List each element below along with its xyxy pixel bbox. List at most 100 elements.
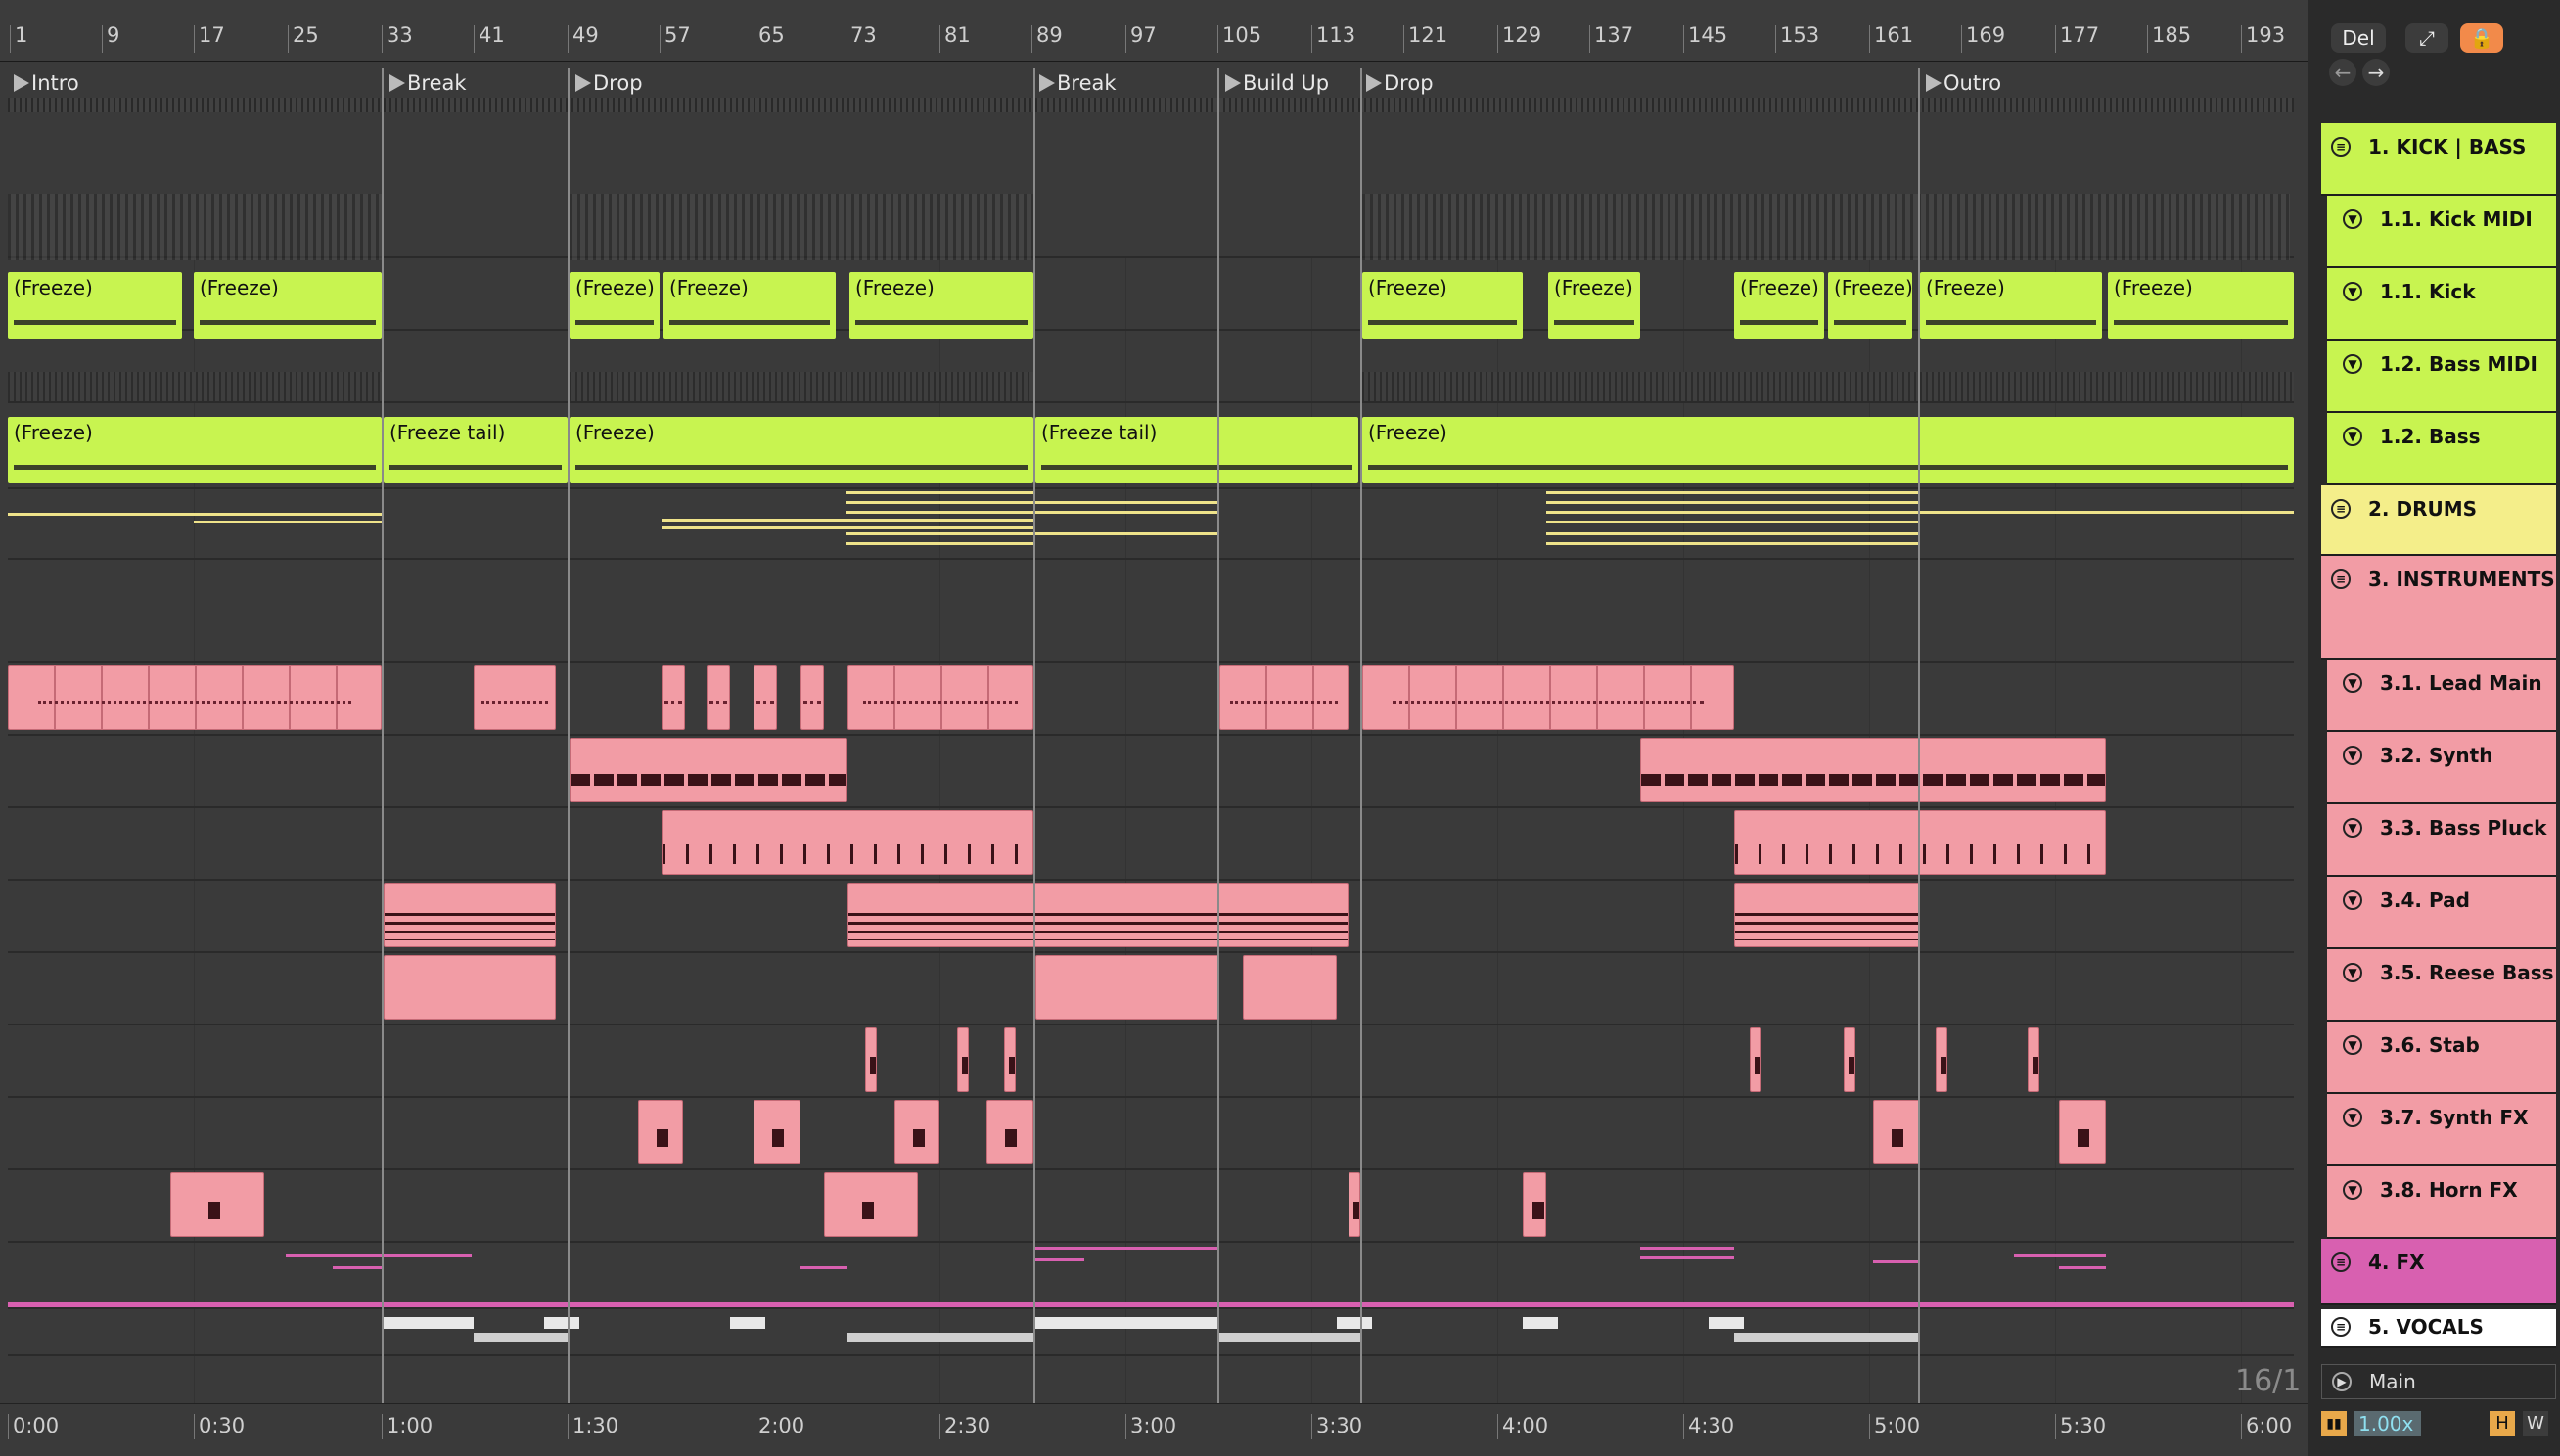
locator-break-2[interactable]: Break bbox=[1033, 68, 1117, 98]
kick-midi-clip[interactable] bbox=[570, 194, 1033, 260]
synth-fx-clip[interactable] bbox=[894, 1100, 939, 1164]
synth-clip[interactable] bbox=[1640, 738, 2106, 802]
fold-icon[interactable]: ▼ bbox=[2343, 209, 2362, 229]
bass-pluck-clip[interactable] bbox=[662, 810, 1033, 875]
bass-midi-clip[interactable] bbox=[570, 372, 1033, 401]
synth-fx-clip[interactable] bbox=[2059, 1100, 2106, 1164]
kick-clip[interactable]: (Freeze) bbox=[1828, 272, 1912, 339]
track-header[interactable]: ▼ 3.3. Bass Pluck bbox=[2327, 804, 2556, 877]
reese-bass-clip[interactable] bbox=[384, 955, 556, 1020]
lane-instruments[interactable] bbox=[8, 558, 2294, 663]
kick-clip[interactable]: (Freeze) bbox=[194, 272, 382, 339]
kick-midi-clip[interactable] bbox=[1362, 194, 2290, 260]
fold-icon[interactable]: ▼ bbox=[2343, 818, 2362, 838]
vocal-clip[interactable] bbox=[1523, 1317, 1558, 1329]
track-header[interactable]: ▼ 1.2. Bass MIDI bbox=[2327, 341, 2556, 413]
locator-intro[interactable]: Intro bbox=[8, 68, 79, 98]
fold-icon[interactable]: ▼ bbox=[2343, 282, 2362, 301]
synth-clip[interactable] bbox=[570, 738, 847, 802]
lane-synth-fx[interactable] bbox=[8, 1096, 2294, 1170]
horn-fx-clip[interactable] bbox=[1349, 1172, 1360, 1237]
bass-midi-clip[interactable] bbox=[8, 372, 382, 401]
stab-clip[interactable] bbox=[1936, 1027, 1947, 1092]
fold-icon[interactable]: ▼ bbox=[2343, 1108, 2362, 1127]
pad-clip[interactable] bbox=[1734, 883, 1920, 947]
play-icon[interactable]: ▶ bbox=[2332, 1372, 2352, 1391]
lane-vocals[interactable] bbox=[8, 1307, 2294, 1356]
lead-main-clip[interactable] bbox=[474, 665, 556, 730]
track-header[interactable]: ▼ 3.6. Stab bbox=[2327, 1022, 2556, 1094]
track-header-group[interactable]: ≡ 5. VOCALS bbox=[2321, 1309, 2556, 1348]
fold-icon[interactable]: ▼ bbox=[2343, 427, 2362, 446]
lead-main-clip[interactable] bbox=[754, 665, 777, 730]
bass-clip[interactable]: (Freeze) bbox=[8, 417, 382, 483]
vocal-clip[interactable] bbox=[1734, 1333, 1920, 1342]
kick-clip[interactable]: (Freeze) bbox=[1734, 272, 1824, 339]
fold-icon[interactable]: ▼ bbox=[2343, 673, 2362, 693]
fold-icon[interactable]: ▼ bbox=[2343, 354, 2362, 374]
synth-fx-clip[interactable] bbox=[638, 1100, 683, 1164]
group-fold-icon[interactable]: ≡ bbox=[2331, 1317, 2351, 1337]
lead-main-clip[interactable] bbox=[847, 665, 1033, 730]
fold-icon[interactable]: ▼ bbox=[2343, 963, 2362, 982]
locator-drop-2[interactable]: Drop bbox=[1360, 68, 1434, 98]
group-fold-icon[interactable]: ≡ bbox=[2331, 1252, 2351, 1272]
kick-clip[interactable]: (Freeze) bbox=[1920, 272, 2102, 339]
track-header[interactable]: ▼ 3.2. Synth bbox=[2327, 732, 2556, 804]
track-header-group[interactable]: ≡ 2. DRUMS bbox=[2321, 485, 2556, 556]
bass-midi-clip[interactable] bbox=[1362, 372, 2294, 401]
stab-clip[interactable] bbox=[865, 1027, 877, 1092]
beat-ruler[interactable]: 1 9 17 25 33 41 49 57 65 73 81 89 97 105… bbox=[0, 0, 2308, 62]
track-header[interactable]: ▼ 3.7. Synth FX bbox=[2327, 1094, 2556, 1166]
synth-fx-clip[interactable] bbox=[754, 1100, 800, 1164]
fold-icon[interactable]: ▼ bbox=[2343, 1180, 2362, 1200]
arrow-left-icon[interactable]: ← bbox=[2329, 59, 2356, 86]
track-header[interactable]: ▼ 1.1. Kick bbox=[2327, 268, 2556, 341]
lead-main-clip[interactable] bbox=[800, 665, 824, 730]
h-toggle[interactable]: H bbox=[2490, 1411, 2515, 1436]
kick-clip[interactable]: (Freeze) bbox=[663, 272, 836, 339]
vocal-clip[interactable] bbox=[384, 1317, 474, 1329]
vocal-clip[interactable] bbox=[730, 1317, 765, 1329]
fold-icon[interactable]: ▼ bbox=[2343, 1035, 2362, 1055]
delete-button[interactable]: Del bbox=[2331, 23, 2386, 53]
vocal-clip[interactable] bbox=[1219, 1333, 1360, 1342]
lead-main-clip[interactable] bbox=[1219, 665, 1349, 730]
arrow-right-icon[interactable]: → bbox=[2362, 59, 2390, 86]
vocal-clip[interactable] bbox=[847, 1333, 1033, 1342]
track-header[interactable]: ▼ 3.8. Horn FX bbox=[2327, 1166, 2556, 1239]
bass-clip[interactable]: (Freeze) bbox=[1362, 417, 2294, 483]
kick-clip[interactable]: (Freeze) bbox=[8, 272, 182, 339]
group-fold-icon[interactable]: ≡ bbox=[2331, 499, 2351, 519]
kick-clip[interactable]: (Freeze) bbox=[849, 272, 1033, 339]
locator-break[interactable]: Break bbox=[384, 68, 467, 98]
fold-icon[interactable]: ▼ bbox=[2343, 890, 2362, 910]
lead-main-clip[interactable] bbox=[1362, 665, 1734, 730]
kick-clip[interactable]: (Freeze) bbox=[2108, 272, 2294, 339]
kick-midi-clip[interactable] bbox=[8, 194, 382, 260]
lead-main-clip[interactable] bbox=[8, 665, 382, 730]
lane-horn-fx[interactable] bbox=[8, 1168, 2294, 1243]
vocal-clip[interactable] bbox=[474, 1333, 568, 1342]
vocal-clip[interactable] bbox=[1035, 1317, 1219, 1329]
synth-fx-clip[interactable] bbox=[986, 1100, 1033, 1164]
stab-clip[interactable] bbox=[1750, 1027, 1761, 1092]
stab-clip[interactable] bbox=[1004, 1027, 1016, 1092]
bass-pluck-clip[interactable] bbox=[1734, 810, 2106, 875]
lane-fx[interactable] bbox=[8, 1241, 2294, 1309]
lane-drums[interactable] bbox=[8, 487, 2294, 560]
group-fold-icon[interactable]: ≡ bbox=[2331, 137, 2351, 157]
expand-icon[interactable]: ⤢ bbox=[2405, 23, 2448, 53]
vocal-clip[interactable] bbox=[1709, 1317, 1744, 1329]
locator-drop[interactable]: Drop bbox=[570, 68, 643, 98]
stab-clip[interactable] bbox=[1844, 1027, 1855, 1092]
track-header[interactable]: ▼ 1.1. Kick MIDI bbox=[2327, 196, 2556, 268]
bass-clip[interactable]: (Freeze tail) bbox=[384, 417, 568, 483]
pad-clip[interactable] bbox=[384, 883, 556, 947]
level-meter-icon[interactable]: ▮▮ bbox=[2321, 1411, 2347, 1436]
locator-outro[interactable]: Outro bbox=[1920, 68, 2001, 98]
horn-fx-clip[interactable] bbox=[1523, 1172, 1546, 1237]
track-header-group[interactable]: ≡ 3. INSTRUMENTS bbox=[2321, 556, 2556, 660]
lead-main-clip[interactable] bbox=[707, 665, 730, 730]
horn-fx-clip[interactable] bbox=[170, 1172, 264, 1237]
